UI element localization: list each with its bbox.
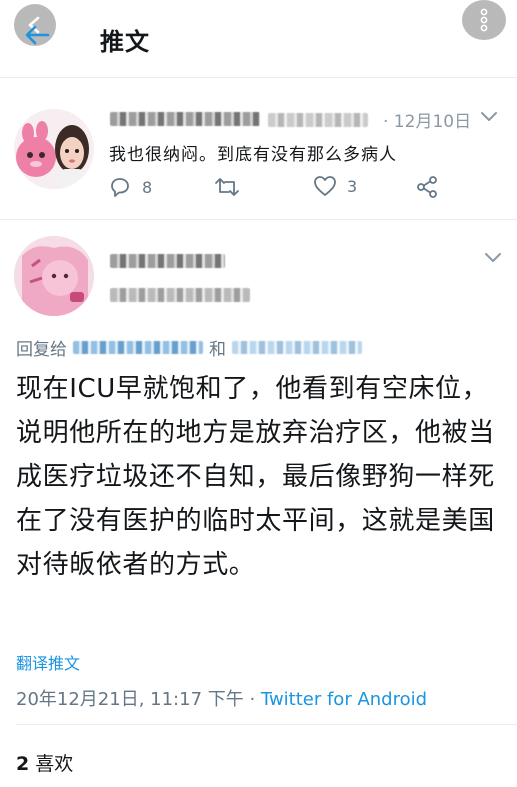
tweet-date: · 12月10日 bbox=[383, 112, 472, 132]
avatar[interactable] bbox=[14, 109, 94, 189]
reply-and: 和 bbox=[209, 340, 226, 360]
tweet-source-link[interactable]: Twitter for Android bbox=[261, 689, 427, 710]
like-icon bbox=[314, 176, 336, 196]
blurred-display-name bbox=[110, 254, 225, 268]
share-button[interactable] bbox=[415, 175, 439, 199]
reply-tweet[interactable]: · 12月10日 我也很纳闷。到底有没有那么多病人 8 3 bbox=[0, 95, 517, 220]
divider bbox=[16, 724, 517, 725]
tweet-metadata: 20年12月21日, 11:17 下午 · Twitter for Androi… bbox=[16, 685, 427, 711]
blurred-display-name bbox=[110, 112, 260, 126]
chevron-down-icon[interactable] bbox=[480, 111, 498, 123]
page-title: 推文 bbox=[100, 28, 150, 56]
tweet-actions: 8 3 bbox=[108, 175, 448, 203]
more-vertical-icon bbox=[480, 8, 488, 32]
avatar[interactable] bbox=[14, 236, 94, 316]
like-button[interactable]: 3 bbox=[313, 175, 357, 197]
tweet-text: 我也很纳闷。到底有没有那么多病人 bbox=[109, 145, 397, 165]
reply-button[interactable]: 8 bbox=[108, 175, 152, 199]
more-options-button[interactable] bbox=[462, 0, 506, 40]
back-arrow-icon[interactable] bbox=[24, 24, 50, 46]
translate-tweet-link[interactable]: 翻译推文 bbox=[16, 650, 80, 674]
blurred-username bbox=[110, 288, 250, 302]
retweet-icon bbox=[215, 178, 239, 196]
tweet-text: 现在ICU早就饱和了，他看到有空床位，说明他所在的地方是放弃治疗区，他被当成医疗… bbox=[16, 374, 495, 580]
like-count: 3 bbox=[347, 176, 358, 196]
share-icon bbox=[417, 176, 437, 198]
blurred-username bbox=[268, 113, 368, 127]
main-tweet: 回复给 和 现在ICU早就饱和了，他看到有空床位，说明他所在的地方是放弃治疗区，… bbox=[0, 222, 517, 787]
likes-summary[interactable]: 2 喜欢 bbox=[16, 749, 73, 776]
like-label: 喜欢 bbox=[35, 753, 74, 775]
chevron-down-icon[interactable] bbox=[484, 252, 502, 264]
replying-to: 回复给 和 bbox=[16, 335, 362, 360]
avatar-image bbox=[14, 109, 94, 189]
top-bar: 推文 bbox=[0, 0, 517, 78]
blurred-mention[interactable] bbox=[232, 341, 362, 354]
retweet-button[interactable] bbox=[214, 175, 240, 199]
tweet-timestamp: 20年12月21日, 11:17 下午 · bbox=[16, 689, 261, 710]
like-total: 2 bbox=[16, 753, 30, 775]
blurred-mention[interactable] bbox=[73, 341, 203, 354]
reply-icon bbox=[111, 178, 129, 197]
avatar-image bbox=[14, 236, 94, 316]
reply-prefix: 回复给 bbox=[16, 340, 67, 360]
reply-count: 8 bbox=[142, 177, 153, 197]
